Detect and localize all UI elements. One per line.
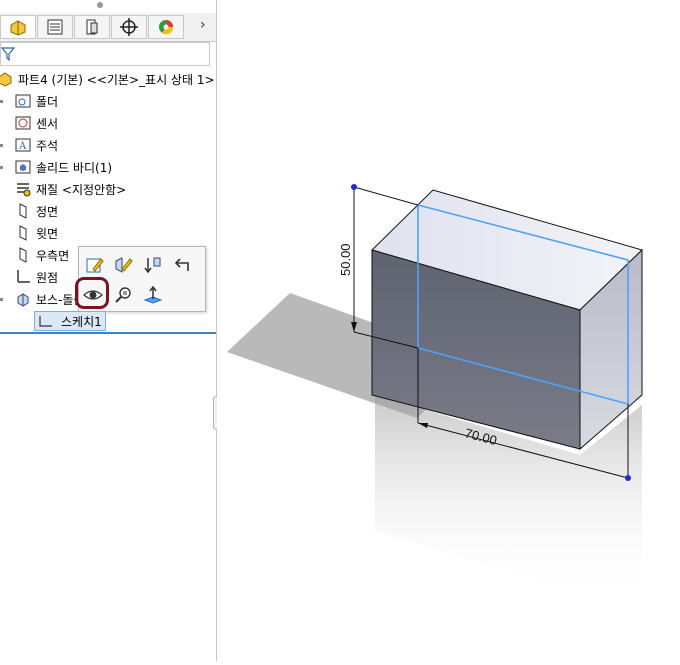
part-icon — [0, 70, 14, 88]
tab-configuration-manager[interactable] — [74, 15, 110, 39]
svg-text:A: A — [18, 141, 27, 152]
tree-item-origin[interactable]: 원점 — [14, 267, 58, 287]
tree-item-label: 주석 — [36, 138, 59, 153]
tree-connector — [0, 144, 3, 147]
tab-display-manager[interactable] — [148, 15, 184, 39]
crosshair-icon — [120, 18, 138, 36]
edit-sketch-button[interactable] — [83, 253, 107, 277]
tree-item-top-plane[interactable]: 윗면 — [14, 223, 58, 243]
rollback-button[interactable] — [141, 253, 165, 277]
tree-item-material[interactable]: 재질 <지정안함> — [14, 179, 126, 199]
tree-item-sketch1[interactable]: 스케치1 — [34, 311, 106, 331]
tree-connector — [0, 166, 3, 169]
panel-grip[interactable] — [97, 2, 103, 8]
tree-filter[interactable] — [0, 42, 210, 66]
feature-manager-icon — [10, 20, 26, 36]
model-view: 50.00 70.00 — [227, 184, 643, 600]
display-manager-icon — [159, 20, 174, 35]
zoom-icon — [115, 287, 131, 303]
folder-icon — [14, 92, 32, 110]
property-manager-icon — [47, 19, 63, 35]
tree-connector — [0, 100, 3, 103]
tree-root-label: 파트4 (기본) <<기본>_표시 상태 1> — [18, 72, 215, 87]
sketch-icon — [37, 314, 55, 328]
configuration-manager-icon — [86, 19, 98, 35]
tree-item-label: 재질 <지정안함> — [36, 182, 127, 197]
sensor-icon — [14, 114, 32, 132]
normal-to-icon — [143, 285, 163, 304]
feature-manager-panel: › 파트4 (기본) <<기본>_표시 상태 1> 폴더 센서 A 주석 솔리드… — [0, 0, 217, 661]
edit-feature-button[interactable] — [111, 253, 135, 277]
tree-item-label: 솔리드 바디(1) — [36, 160, 113, 175]
normal-to-button[interactable] — [141, 283, 165, 307]
tab-dimxpert-manager[interactable] — [111, 15, 147, 39]
plane-icon — [14, 224, 32, 242]
tree-item-solid-bodies[interactable]: 솔리드 바디(1) — [14, 157, 112, 177]
highlight-ring-annotation — [75, 277, 109, 309]
tree-item-label: 스케치1 — [61, 314, 102, 329]
height-dimension-label: 50.00 — [338, 243, 353, 276]
parent-child-button[interactable] — [171, 253, 195, 277]
tree-item-label: 원점 — [36, 270, 59, 285]
graphics-area[interactable]: 50.00 70.00 — [217, 0, 680, 661]
tree-item-right-plane[interactable]: 우측면 — [14, 245, 69, 265]
manager-tabs: › — [0, 13, 216, 42]
edit-feature-icon — [115, 257, 133, 273]
solid-body-icon — [14, 158, 32, 176]
plane-icon — [14, 202, 32, 220]
origin-icon — [14, 268, 32, 286]
zoom-to-selection-button[interactable] — [111, 283, 135, 307]
tree-item-sensors[interactable]: 센서 — [14, 113, 58, 133]
tab-property-manager[interactable] — [37, 15, 73, 39]
filter-icon — [1, 47, 15, 61]
rollback-bar[interactable] — [0, 332, 216, 334]
tree-item-front-plane[interactable]: 정면 — [14, 201, 58, 221]
chevron-right-icon[interactable]: › — [200, 17, 206, 33]
edit-sketch-icon — [86, 258, 104, 273]
plane-icon — [14, 246, 32, 264]
tree-item-label: 윗면 — [36, 226, 59, 241]
tab-feature-manager[interactable] — [0, 15, 36, 39]
extrude-icon — [14, 290, 32, 308]
tree-item-folder[interactable]: 폴더 — [14, 91, 58, 111]
material-icon — [14, 180, 32, 198]
tree-root-part[interactable]: 파트4 (기본) <<기본>_표시 상태 1> — [0, 69, 215, 89]
annotation-icon: A — [14, 136, 32, 154]
sketch-point-top — [351, 184, 357, 190]
tree-item-annotations[interactable]: A 주석 — [14, 135, 58, 155]
sketch-point-bottom — [625, 475, 631, 481]
return-arrow-icon — [174, 258, 189, 271]
tree-item-label: 우측면 — [36, 248, 70, 263]
height-extension-top — [353, 186, 419, 206]
tree-connector — [0, 298, 3, 301]
tree-item-label: 정면 — [36, 204, 59, 219]
rollback-icon — [144, 257, 161, 274]
tree-item-label: 폴더 — [36, 94, 59, 109]
tree-item-label: 센서 — [36, 116, 59, 131]
